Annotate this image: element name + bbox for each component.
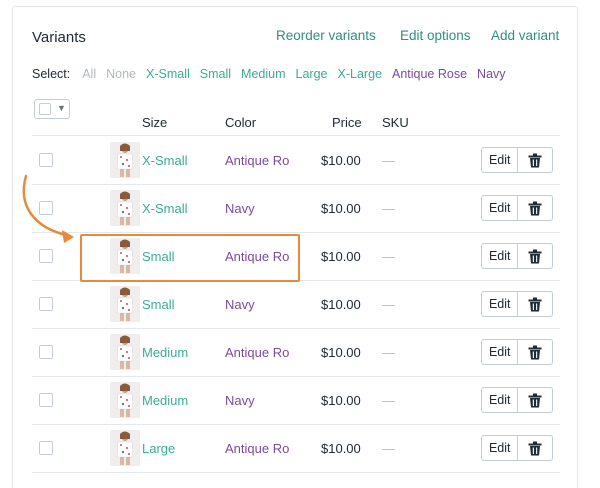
edit-button[interactable]: Edit	[482, 148, 519, 172]
column-header-sku: SKU	[382, 115, 409, 130]
variant-size[interactable]: Medium	[142, 345, 188, 360]
delete-button[interactable]	[518, 436, 552, 460]
edit-button[interactable]: Edit	[482, 388, 519, 412]
table-row: X-Small Antique Ro $10.00 — Edit	[32, 136, 560, 185]
delete-button[interactable]	[518, 340, 552, 364]
variant-color[interactable]: Navy	[225, 201, 255, 216]
trash-icon	[528, 201, 542, 215]
table-row: Small Navy $10.00 — Edit	[32, 280, 560, 329]
edit-button[interactable]: Edit	[482, 436, 519, 460]
edit-button[interactable]: Edit	[482, 292, 519, 316]
chevron-down-icon: ▼	[57, 103, 66, 113]
table-row: Medium Navy $10.00 — Edit	[32, 376, 560, 425]
trash-icon	[528, 297, 542, 311]
row-checkbox[interactable]	[39, 249, 53, 263]
row-actions: Edit	[481, 195, 553, 221]
checkbox-icon	[39, 103, 51, 115]
select-antique-rose-link[interactable]: Antique Rose	[392, 67, 467, 81]
select-none-link[interactable]: None	[106, 67, 136, 81]
row-checkbox[interactable]	[39, 345, 53, 359]
table-header: ▼ Size Color Price SKU	[32, 97, 560, 136]
variant-color[interactable]: Antique Ro	[225, 441, 289, 456]
bulk-select-dropdown[interactable]: ▼	[34, 99, 70, 119]
select-x-large-link[interactable]: X-Large	[338, 67, 382, 81]
variant-sku: —	[382, 249, 395, 264]
variant-color[interactable]: Antique Ro	[225, 345, 289, 360]
delete-button[interactable]	[518, 244, 552, 268]
delete-button[interactable]	[518, 388, 552, 412]
select-label: Select:	[32, 67, 71, 81]
row-checkbox[interactable]	[39, 297, 53, 311]
variant-size[interactable]: Medium	[142, 393, 188, 408]
variant-price: $10.00	[321, 345, 361, 360]
product-photo-icon[interactable]	[110, 430, 140, 466]
variant-price: $10.00	[321, 249, 361, 264]
variant-price: $10.00	[321, 297, 361, 312]
column-header-color: Color	[225, 115, 257, 130]
variant-size[interactable]: Large	[142, 441, 175, 456]
variant-color[interactable]: Antique Ro	[225, 153, 289, 168]
row-actions: Edit	[481, 291, 553, 317]
row-checkbox[interactable]	[39, 153, 53, 167]
trash-icon	[528, 153, 542, 167]
product-photo-icon[interactable]	[110, 190, 140, 226]
reorder-variants-link[interactable]: Reorder variants	[276, 28, 376, 43]
table-row: X-Small Navy $10.00 — Edit	[32, 184, 560, 233]
edit-options-link[interactable]: Edit options	[400, 28, 471, 43]
curved-arrow-icon	[22, 174, 74, 243]
table-row: Large Antique Ro $10.00 — Edit	[32, 424, 560, 473]
product-photo-icon[interactable]	[110, 286, 140, 322]
variant-sku: —	[382, 297, 395, 312]
variant-sku: —	[382, 393, 395, 408]
select-navy-link[interactable]: Navy	[477, 67, 505, 81]
highlighted-row-callout	[80, 234, 300, 282]
select-x-small-link[interactable]: X-Small	[146, 67, 190, 81]
variant-price: $10.00	[321, 441, 361, 456]
variant-price: $10.00	[321, 153, 361, 168]
delete-button[interactable]	[518, 292, 552, 316]
variant-sku: —	[382, 441, 395, 456]
table-row: Medium Antique Ro $10.00 — Edit	[32, 328, 560, 377]
variant-sku: —	[382, 345, 395, 360]
trash-icon	[528, 393, 542, 407]
select-large-link[interactable]: Large	[296, 67, 328, 81]
select-all-link[interactable]: All	[82, 67, 96, 81]
product-photo-icon[interactable]	[110, 142, 140, 178]
delete-button[interactable]	[518, 196, 552, 220]
variant-price: $10.00	[321, 393, 361, 408]
row-actions: Edit	[481, 435, 553, 461]
column-header-price: Price	[332, 115, 362, 130]
row-actions: Edit	[481, 243, 553, 269]
trash-icon	[528, 345, 542, 359]
select-small-link[interactable]: Small	[200, 67, 231, 81]
product-photo-icon[interactable]	[110, 382, 140, 418]
variant-color[interactable]: Navy	[225, 393, 255, 408]
select-medium-link[interactable]: Medium	[241, 67, 285, 81]
add-variant-link[interactable]: Add variant	[491, 28, 559, 43]
delete-button[interactable]	[518, 148, 552, 172]
edit-button[interactable]: Edit	[482, 244, 519, 268]
column-header-size: Size	[142, 115, 168, 130]
variant-size[interactable]: X-Small	[142, 201, 188, 216]
variant-price: $10.00	[321, 201, 361, 216]
variant-size[interactable]: Small	[142, 297, 175, 312]
row-actions: Edit	[481, 387, 553, 413]
trash-icon	[528, 441, 542, 455]
variants-title: Variants	[32, 29, 86, 46]
variant-size[interactable]: X-Small	[142, 153, 188, 168]
variant-sku: —	[382, 153, 395, 168]
trash-icon	[528, 249, 542, 263]
select-filter-bar: Select: All None X-Small Small Medium La…	[32, 67, 506, 81]
row-actions: Edit	[481, 339, 553, 365]
edit-button[interactable]: Edit	[482, 340, 519, 364]
row-actions: Edit	[481, 147, 553, 173]
variant-sku: —	[382, 201, 395, 216]
row-checkbox[interactable]	[39, 441, 53, 455]
edit-button[interactable]: Edit	[482, 196, 519, 220]
row-checkbox[interactable]	[39, 393, 53, 407]
product-photo-icon[interactable]	[110, 334, 140, 370]
variant-color[interactable]: Navy	[225, 297, 255, 312]
